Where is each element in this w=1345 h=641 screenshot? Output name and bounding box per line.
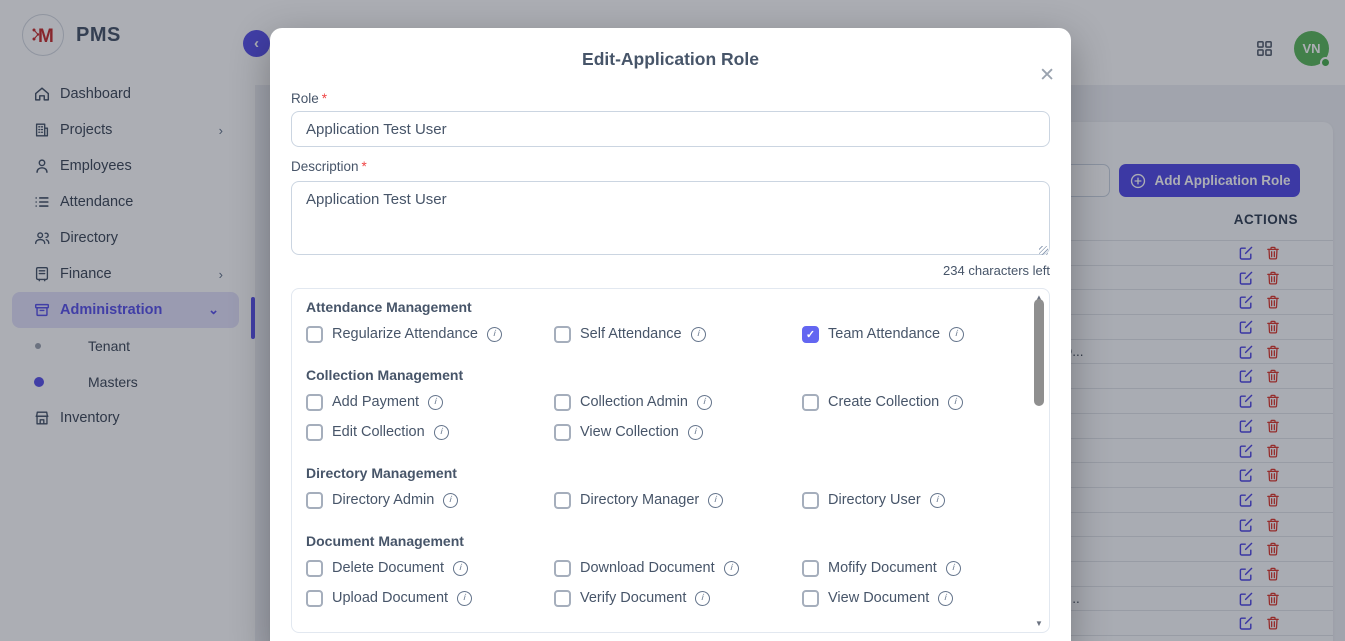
checkbox-icon[interactable] [802, 560, 819, 577]
permission-item[interactable]: Verify Document i [554, 589, 802, 607]
checkbox-icon[interactable] [554, 560, 571, 577]
permission-item[interactable]: ✓ Team Attendance i [802, 325, 1021, 343]
checkbox-icon[interactable] [306, 492, 323, 509]
info-icon[interactable]: i [452, 560, 469, 577]
permission-label: Directory Manager [580, 492, 699, 508]
permission-label: Download Document [580, 560, 715, 576]
info-icon[interactable]: i [929, 492, 946, 509]
permission-item[interactable]: Directory User i [802, 491, 1021, 509]
checkbox-icon[interactable] [306, 394, 323, 411]
info-icon[interactable]: i [442, 492, 459, 509]
permission-group: Directory ManagementDirectory AdminiDire… [306, 463, 1021, 509]
checkbox-icon[interactable] [306, 590, 323, 607]
permission-label: Edit Collection [332, 424, 425, 440]
checkbox-icon[interactable] [306, 560, 323, 577]
checkbox-icon[interactable] [306, 424, 323, 441]
checkbox-icon[interactable] [306, 326, 323, 343]
checkbox-icon[interactable] [554, 492, 571, 509]
permission-group: Attendance Management Regularize Attendan… [306, 297, 1021, 343]
info-icon[interactable]: i [694, 590, 711, 607]
scroll-down-icon[interactable]: ▼ [1031, 619, 1047, 628]
permission-item[interactable]: Create Collection i [802, 393, 1021, 411]
description-field-label: Description* [291, 159, 367, 174]
permission-item[interactable]: Edit Collection i [306, 423, 554, 441]
permission-label: Create Collection [828, 394, 939, 410]
info-icon[interactable]: i [945, 560, 962, 577]
permission-label: Upload Document [332, 590, 448, 606]
characters-left-counter: 234 characters left [943, 263, 1050, 278]
role-field-label: Role* [291, 91, 327, 106]
checkbox-icon[interactable] [802, 394, 819, 411]
permission-label: Regularize Attendance [332, 326, 478, 342]
checkbox-icon[interactable] [554, 590, 571, 607]
permission-label: Directory User [828, 492, 921, 508]
permission-item[interactable]: Directory Manager i [554, 491, 802, 509]
permission-item[interactable]: Add Payment i [306, 393, 554, 411]
info-icon[interactable]: i [687, 424, 704, 441]
edit-application-role-modal: ✕ Edit-Application Role Role* Descriptio… [270, 28, 1071, 641]
permission-label: View Collection [580, 424, 679, 440]
permission-group-heading: Document Management [306, 531, 1021, 551]
permissions-list: Attendance Management Regularize Attendan… [306, 297, 1021, 624]
permission-label: Add Payment [332, 394, 419, 410]
description-textarea[interactable]: Application Test User [291, 181, 1050, 255]
scrollbar-thumb[interactable] [1034, 299, 1044, 406]
info-icon[interactable]: i [707, 492, 724, 509]
permission-group-heading: Directory Management [306, 463, 1021, 483]
permission-label: Self Attendance [580, 326, 682, 342]
permission-group-heading: Attendance Management [306, 297, 1021, 317]
permission-item[interactable]: View Document i [802, 589, 1021, 607]
permissions-scrollbar[interactable]: ▲ ▼ [1031, 291, 1047, 630]
info-icon[interactable]: i [690, 326, 707, 343]
permission-group: Collection ManagementAdd PaymentiCollect… [306, 365, 1021, 441]
app-root: M PMS Dashboard Projects › [0, 0, 1345, 641]
info-icon[interactable]: i [948, 326, 965, 343]
permission-group: Document ManagementDelete DocumentiDownl… [306, 531, 1021, 607]
info-icon[interactable]: i [486, 326, 503, 343]
role-input[interactable] [291, 111, 1050, 147]
permission-label: Team Attendance [828, 326, 940, 342]
close-icon[interactable]: ✕ [1039, 66, 1055, 85]
modal-title: Edit-Application Role [270, 49, 1071, 70]
permission-label: Directory Admin [332, 492, 434, 508]
permission-item[interactable]: Delete Document i [306, 559, 554, 577]
checkbox-icon[interactable] [554, 424, 571, 441]
permission-group-heading: Collection Management [306, 365, 1021, 385]
checkbox-icon[interactable] [554, 326, 571, 343]
info-icon[interactable]: i [427, 394, 444, 411]
permission-label: Delete Document [332, 560, 444, 576]
permissions-panel: Attendance Management Regularize Attendan… [291, 288, 1050, 633]
info-icon[interactable]: i [456, 590, 473, 607]
checkbox-checked-icon[interactable]: ✓ [802, 326, 819, 343]
permission-item[interactable]: Regularize Attendance i [306, 325, 554, 343]
info-icon[interactable]: i [723, 560, 740, 577]
permission-item[interactable]: Collection Admin i [554, 393, 802, 411]
required-asterisk: * [362, 159, 367, 174]
permission-item[interactable]: View Collection i [554, 423, 802, 441]
permission-label: Collection Admin [580, 394, 688, 410]
checkbox-icon[interactable] [802, 590, 819, 607]
required-asterisk: * [322, 91, 327, 106]
checkbox-icon[interactable] [802, 492, 819, 509]
permission-item[interactable]: Self Attendance i [554, 325, 802, 343]
permission-item[interactable]: Upload Document i [306, 589, 554, 607]
info-icon[interactable]: i [947, 394, 964, 411]
info-icon[interactable]: i [433, 424, 450, 441]
permission-item[interactable]: Mofify Document i [802, 559, 1021, 577]
permission-item[interactable]: Directory Admin i [306, 491, 554, 509]
checkbox-icon[interactable] [554, 394, 571, 411]
info-icon[interactable]: i [696, 394, 713, 411]
permission-label: View Document [828, 590, 929, 606]
permission-label: Verify Document [580, 590, 686, 606]
permission-label: Mofify Document [828, 560, 937, 576]
textarea-resize-handle[interactable] [1039, 246, 1048, 255]
permission-item[interactable]: Download Document i [554, 559, 802, 577]
info-icon[interactable]: i [937, 590, 954, 607]
